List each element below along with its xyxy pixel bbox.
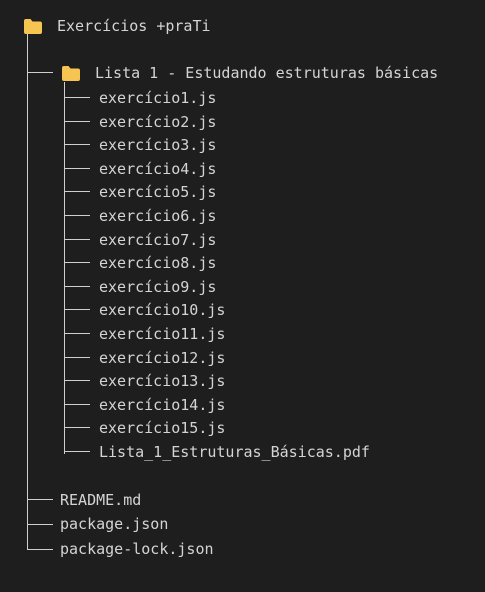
file-name: exercício15.js [99, 419, 226, 438]
file-branch-line [64, 97, 90, 98]
file-name: exercício8.js [99, 254, 217, 273]
file-branch-line [64, 285, 90, 287]
file-name: exercício2.js [99, 112, 217, 131]
folder-label: Lista 1 - Estudando estruturas básicas [95, 64, 439, 82]
file-branch-line [64, 238, 90, 240]
file-name: exercício12.js [99, 348, 226, 367]
branch-package-json [27, 524, 53, 525]
root-folder-label: Exercícios +praTi [57, 17, 211, 35]
file-branch-line [64, 451, 90, 452]
file-branch-line [64, 167, 90, 169]
file-branch-line [64, 191, 90, 193]
file-name: exercício9.js [99, 277, 217, 296]
file-name: package-lock.json [60, 540, 214, 558]
file-branch-line [64, 144, 90, 146]
branch-readme [27, 499, 53, 500]
file-name: README.md [60, 491, 142, 509]
file-name: package.json [60, 515, 169, 533]
file-branch-line [64, 309, 90, 311]
file-branch-line [64, 403, 90, 405]
file-branch-line [64, 427, 90, 429]
file-tree-view: Exercícios +praTi Lista 1 - Estudando es… [0, 0, 485, 592]
file-name: exercício11.js [99, 325, 226, 343]
file-name: exercício10.js [99, 301, 226, 320]
branch-package-lock [27, 549, 53, 550]
folder-icon [62, 66, 80, 81]
folder-tree-line [64, 82, 65, 454]
file-name: Lista_1_Estruturas_Básicas.pdf [99, 443, 370, 461]
file-name: exercício7.js [99, 230, 217, 249]
file-name: exercício5.js [99, 183, 217, 202]
file-name: exercício14.js [99, 395, 226, 414]
file-name: exercício4.js [99, 159, 217, 178]
file-name: exercício1.js [99, 89, 217, 107]
folder-icon [24, 19, 42, 34]
branch-folder [27, 72, 53, 73]
file-branch-line [64, 215, 90, 216]
file-branch-line [64, 356, 90, 358]
root-tree-line [27, 34, 28, 550]
file-branch-line [64, 333, 90, 334]
file-name: exercício6.js [99, 207, 217, 225]
file-branch-line [64, 262, 90, 264]
file-branch-line [64, 120, 90, 122]
file-branch-line [64, 380, 90, 382]
file-name: exercício13.js [99, 372, 226, 391]
file-name: exercício3.js [99, 136, 217, 155]
